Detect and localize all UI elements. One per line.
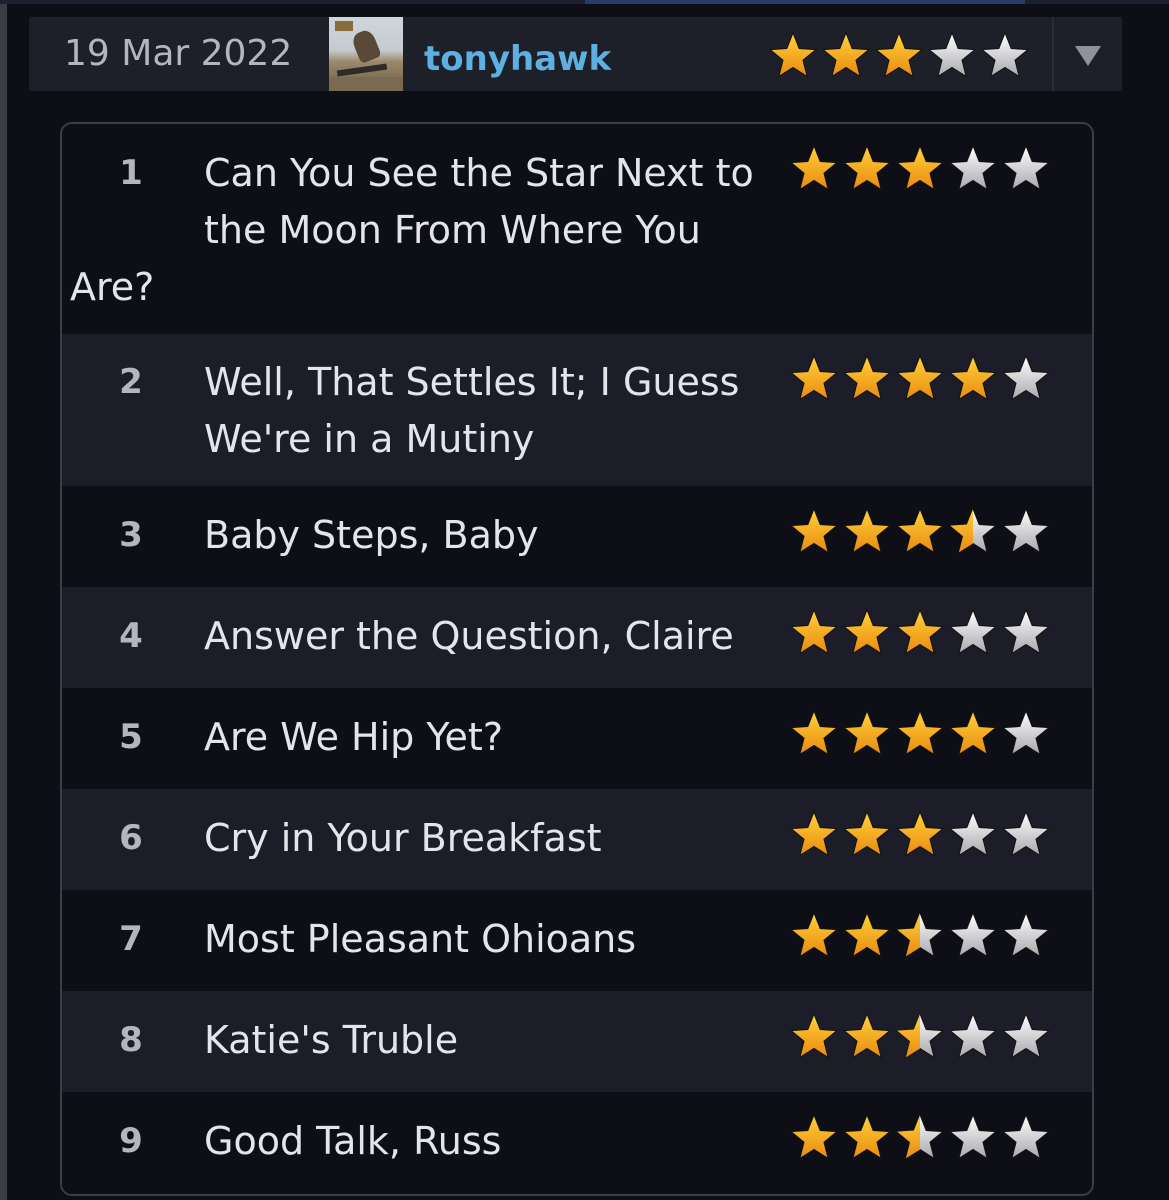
- track-row: 2 Well, That Settles It; I Guess We're i…: [62, 334, 1092, 488]
- track-row: 3 Baby Steps, Baby: [62, 486, 1092, 589]
- star-filled-icon: [789, 608, 839, 655]
- star-empty-icon: [980, 31, 1030, 78]
- track-row: 8 Katie's Truble: [62, 991, 1092, 1094]
- track-row: 5 Are We Hip Yet?: [62, 688, 1092, 791]
- track-number: 7: [119, 919, 143, 959]
- star-filled-icon: [842, 354, 892, 401]
- track-number: 5: [119, 717, 143, 757]
- star-empty-icon: [1001, 709, 1051, 756]
- track-rating-stars[interactable]: [786, 144, 1051, 194]
- star-empty-icon: [948, 144, 998, 191]
- star-filled-icon: [789, 810, 839, 857]
- avatar-sign: [335, 21, 353, 31]
- window-top-accent: [585, 0, 1025, 4]
- star-filled-icon: [842, 1012, 892, 1059]
- star-empty-icon: [1001, 608, 1051, 655]
- star-filled-icon: [789, 1012, 839, 1059]
- review-dropdown-button[interactable]: [1052, 17, 1122, 91]
- star-filled-icon: [789, 1113, 839, 1160]
- star-empty-icon: [1001, 1012, 1051, 1059]
- star-filled-icon: [842, 144, 892, 191]
- track-number: 6: [119, 818, 143, 858]
- star-empty-icon: [1001, 507, 1051, 554]
- track-row: 6 Cry in Your Breakfast: [62, 789, 1092, 892]
- star-filled-icon: [895, 810, 945, 857]
- star-filled-icon: [948, 709, 998, 756]
- track-rating-stars[interactable]: [786, 354, 1051, 404]
- track-row: 1 Can You See the Star Next to the Moon …: [62, 124, 1092, 336]
- star-empty-icon: [948, 1012, 998, 1059]
- track-rating-stars[interactable]: [786, 709, 1051, 759]
- star-filled-icon: [842, 608, 892, 655]
- track-rating-stars[interactable]: [786, 1012, 1051, 1062]
- star-filled-icon: [842, 507, 892, 554]
- star-filled-icon: [789, 709, 839, 756]
- track-number: 2: [119, 362, 143, 402]
- avatar-ground: [329, 77, 403, 91]
- star-filled-icon: [895, 608, 945, 655]
- track-title: Good Talk, Russ: [204, 1119, 502, 1163]
- track-row: 7 Most Pleasant Ohioans: [62, 890, 1092, 993]
- track-title: Well, That Settles It; I Guess We're in …: [204, 360, 740, 461]
- track-title: Cry in Your Breakfast: [204, 816, 602, 860]
- star-filled-icon: [842, 810, 892, 857]
- star-filled-icon: [948, 354, 998, 401]
- track-title-overflow: Are?: [70, 265, 155, 309]
- track-title: Baby Steps, Baby: [204, 513, 539, 557]
- star-empty-icon: [1001, 911, 1051, 958]
- star-filled-icon: [789, 144, 839, 191]
- review-rating-stars: [768, 31, 1030, 78]
- avatar-skateboard: [336, 63, 388, 77]
- star-filled-icon: [895, 507, 945, 554]
- star-empty-icon: [948, 1113, 998, 1160]
- star-filled-icon: [895, 144, 945, 191]
- track-number: 9: [119, 1121, 143, 1161]
- triangle-down-icon: [1075, 46, 1101, 66]
- star-filled-icon: [789, 911, 839, 958]
- track-number: 3: [119, 515, 143, 555]
- track-title: Katie's Truble: [204, 1018, 459, 1062]
- avatar[interactable]: [329, 17, 403, 91]
- star-filled-icon: [842, 1113, 892, 1160]
- track-number: 1: [119, 153, 143, 193]
- star-filled-icon: [789, 507, 839, 554]
- window-left-edge: [0, 0, 7, 1200]
- star-empty-icon: [1001, 1113, 1051, 1160]
- track-rating-stars[interactable]: [786, 608, 1051, 658]
- track-row: 4 Answer the Question, Claire: [62, 587, 1092, 690]
- track-title: Most Pleasant Ohioans: [204, 917, 637, 961]
- review-date: 19 Mar 2022: [64, 33, 293, 74]
- star-empty-icon: [1001, 810, 1051, 857]
- star-empty-icon: [1001, 144, 1051, 191]
- star-filled-icon: [842, 709, 892, 756]
- star-filled-icon: [842, 911, 892, 958]
- star-filled-icon: [895, 354, 945, 401]
- star-filled-icon: [874, 31, 924, 78]
- track-title: Answer the Question, Claire: [204, 614, 734, 658]
- track-rating-list: 1 Can You See the Star Next to the Moon …: [60, 122, 1094, 1196]
- star-filled-icon: [821, 31, 871, 78]
- track-number: 8: [119, 1020, 143, 1060]
- star-filled-icon: [768, 31, 818, 78]
- star-empty-icon: [927, 31, 977, 78]
- track-title: Are We Hip Yet?: [204, 715, 503, 759]
- track-rating-stars[interactable]: [786, 911, 1051, 961]
- review-header: 19 Mar 2022 tonyhawk: [29, 17, 1122, 91]
- star-filled-icon: [895, 709, 945, 756]
- track-row: 9 Good Talk, Russ: [62, 1092, 1092, 1194]
- star-empty-icon: [1001, 354, 1051, 401]
- track-rating-stars[interactable]: [786, 1113, 1051, 1163]
- track-rating-stars[interactable]: [786, 507, 1051, 557]
- track-number: 4: [119, 616, 143, 656]
- track-rating-stars[interactable]: [786, 810, 1051, 860]
- username-link[interactable]: tonyhawk: [424, 17, 611, 101]
- avatar-skater: [350, 27, 382, 65]
- star-filled-icon: [789, 354, 839, 401]
- star-empty-icon: [948, 911, 998, 958]
- track-title: Can You See the Star Next to the Moon Fr…: [204, 151, 754, 252]
- star-empty-icon: [948, 810, 998, 857]
- star-empty-icon: [948, 608, 998, 655]
